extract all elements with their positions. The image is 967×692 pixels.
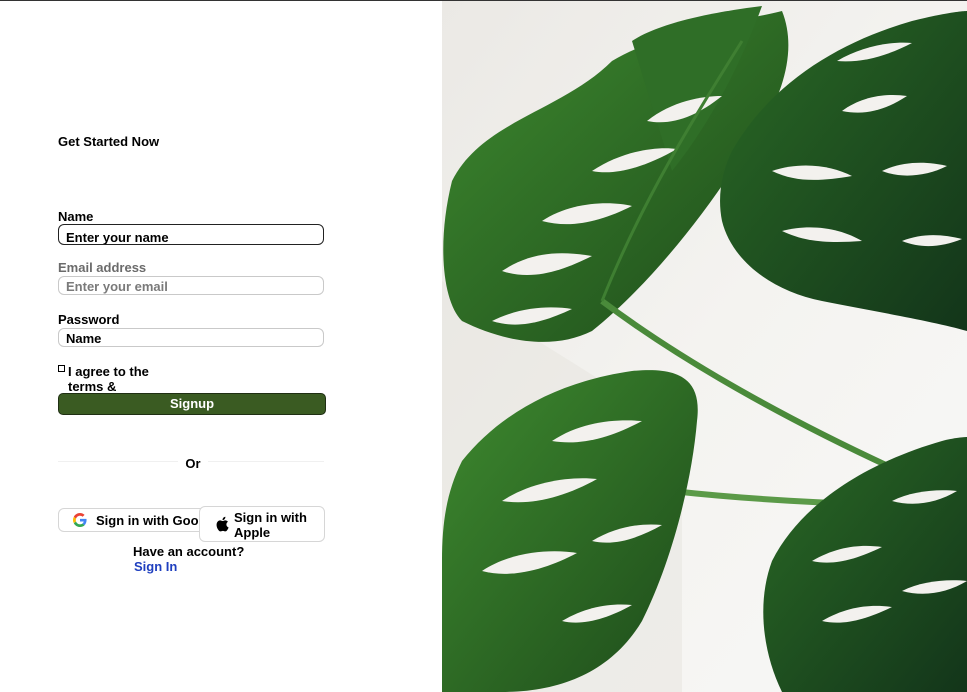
signin-link[interactable]: Sign In bbox=[134, 559, 177, 574]
terms-label: I agree to the terms & bbox=[68, 364, 149, 394]
signup-button[interactable]: Signup bbox=[58, 393, 326, 415]
name-label: Name bbox=[58, 209, 94, 224]
email-label: Email address bbox=[58, 260, 147, 275]
password-label: Password bbox=[58, 312, 120, 327]
signup-panel: Get Started Now Name Email address Passw… bbox=[0, 1, 442, 692]
or-separator: Or bbox=[178, 456, 208, 471]
monstera-image bbox=[442, 1, 967, 692]
google-icon bbox=[73, 513, 87, 527]
email-input[interactable] bbox=[58, 276, 324, 295]
terms-checkbox[interactable] bbox=[58, 365, 65, 372]
apple-signin-button[interactable]: Sign in with Apple bbox=[199, 506, 325, 542]
name-input[interactable] bbox=[58, 224, 324, 245]
hero-image bbox=[442, 1, 967, 692]
apple-icon bbox=[216, 516, 229, 532]
page-title: Get Started Now bbox=[58, 134, 160, 149]
apple-signin-label: Sign in with Apple bbox=[234, 510, 307, 540]
password-input[interactable] bbox=[58, 328, 324, 347]
google-signin-button[interactable]: Sign in with Google bbox=[58, 508, 220, 532]
have-account-text: Have an account? bbox=[133, 544, 245, 559]
